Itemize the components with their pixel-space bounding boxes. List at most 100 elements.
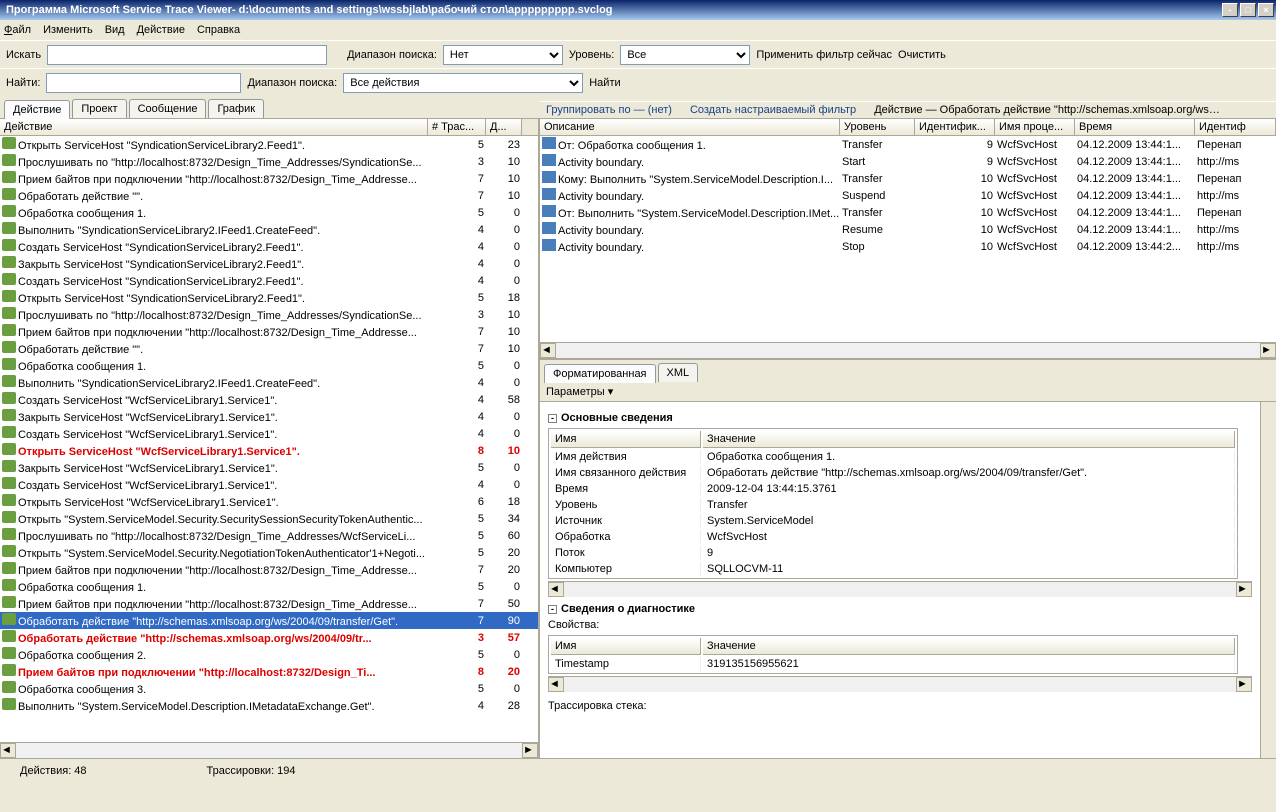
detail-row: Timestamp319135156955621 bbox=[551, 657, 1235, 671]
minimize-button[interactable]: - bbox=[1222, 3, 1238, 17]
activity-row[interactable]: Обработка сообщения 3.50 bbox=[0, 680, 538, 697]
tab-graph[interactable]: График bbox=[208, 99, 264, 118]
find-input[interactable] bbox=[46, 73, 241, 93]
activity-row[interactable]: Обработка сообщения 1.50 bbox=[0, 204, 538, 221]
activity-grid-header: Действие # Трас... Д... bbox=[0, 118, 538, 136]
menu-activity[interactable]: Действие bbox=[137, 24, 185, 36]
activity-icon bbox=[2, 681, 16, 693]
table-scroll[interactable]: ◄► bbox=[548, 581, 1252, 597]
activity-row[interactable]: Закрыть ServiceHost "SyndicationServiceL… bbox=[0, 255, 538, 272]
v-scrollbar[interactable] bbox=[1260, 402, 1276, 758]
activity-row[interactable]: Выполнить "System.ServiceModel.Descripti… bbox=[0, 697, 538, 714]
activity-row[interactable]: Закрыть ServiceHost "WcfServiceLibrary1.… bbox=[0, 408, 538, 425]
th-value: Значение bbox=[703, 638, 1235, 655]
activity-row[interactable]: Открыть ServiceHost "SyndicationServiceL… bbox=[0, 136, 538, 153]
h-scrollbar-2[interactable]: ◄► bbox=[540, 342, 1276, 358]
col-process[interactable]: Имя проце... bbox=[995, 119, 1075, 135]
params-dropdown[interactable]: Параметры ▾ bbox=[540, 382, 1276, 402]
trace-row[interactable]: Activity boundary.Resume10WcfSvcHost04.1… bbox=[540, 221, 1276, 238]
tab-formatted[interactable]: Форматированная bbox=[544, 364, 656, 383]
col-activity[interactable]: Действие bbox=[0, 119, 428, 135]
create-filter-link[interactable]: Создать настраиваемый фильтр bbox=[690, 104, 856, 116]
activity-grid-body[interactable]: Открыть ServiceHost "SyndicationServiceL… bbox=[0, 136, 538, 742]
activity-row[interactable]: Обработка сообщения 1.50 bbox=[0, 357, 538, 374]
trace-row[interactable]: Activity boundary.Stop10WcfSvcHost04.12.… bbox=[540, 238, 1276, 255]
activity-row[interactable]: Выполнить "SyndicationServiceLibrary2.IF… bbox=[0, 221, 538, 238]
activity-row[interactable]: Прием байтов при подключении "http://loc… bbox=[0, 170, 538, 187]
activity-row[interactable]: Обработка сообщения 2.50 bbox=[0, 646, 538, 663]
activity-row[interactable]: Закрыть ServiceHost "WcfServiceLibrary1.… bbox=[0, 459, 538, 476]
activity-icon bbox=[2, 307, 16, 319]
maximize-button[interactable]: □ bbox=[1240, 3, 1256, 17]
col-ident[interactable]: Идентиф bbox=[1195, 119, 1276, 135]
activity-row[interactable]: Открыть "System.ServiceModel.Security.Se… bbox=[0, 510, 538, 527]
th-value: Значение bbox=[703, 431, 1235, 448]
activity-row[interactable]: Создать ServiceHost "WcfServiceLibrary1.… bbox=[0, 391, 538, 408]
find-range-select[interactable]: Все действия bbox=[343, 73, 583, 93]
activity-row[interactable]: Открыть ServiceHost "WcfServiceLibrary1.… bbox=[0, 442, 538, 459]
trace-icon bbox=[542, 205, 556, 217]
activity-row[interactable]: Обработать действие "".710 bbox=[0, 187, 538, 204]
detail-area: -Основные сведения ИмяЗначение Имя дейст… bbox=[540, 402, 1260, 758]
menu-file[interactable]: ФФайлайл bbox=[4, 24, 31, 36]
apply-filter-button[interactable]: Применить фильтр сейчас bbox=[756, 49, 892, 61]
activity-row[interactable]: Открыть "System.ServiceModel.Security.Ne… bbox=[0, 544, 538, 561]
group-by-link[interactable]: Группировать по — (нет) bbox=[546, 104, 672, 116]
activity-panel: Действие # Трас... Д... Открыть ServiceH… bbox=[0, 118, 540, 758]
activity-row[interactable]: Обработать действие "http://schemas.xmls… bbox=[0, 612, 538, 629]
activity-row[interactable]: Выполнить "SyndicationServiceLibrary2.IF… bbox=[0, 374, 538, 391]
activity-row[interactable]: Прием байтов при подключении "http://loc… bbox=[0, 561, 538, 578]
activity-icon bbox=[2, 409, 16, 421]
collapse-icon[interactable]: - bbox=[548, 605, 557, 614]
activity-row[interactable]: Обработать действие "http://schemas.xmls… bbox=[0, 629, 538, 646]
clear-filter-button[interactable]: Очистить bbox=[898, 49, 946, 61]
activity-row[interactable]: Прослушивать по "http://localhost:8732/D… bbox=[0, 527, 538, 544]
table-scroll[interactable]: ◄► bbox=[548, 676, 1252, 692]
breadcrumb-path: Действие — Обработать действие "http://s… bbox=[874, 104, 1220, 116]
activity-row[interactable]: Прием байтов при подключении "http://loc… bbox=[0, 595, 538, 612]
activity-row[interactable]: Прослушивать по "http://localhost:8732/D… bbox=[0, 153, 538, 170]
menu-view[interactable]: Вид bbox=[105, 24, 125, 36]
tab-project[interactable]: Проект bbox=[72, 99, 126, 118]
col-level[interactable]: Уровень bbox=[840, 119, 915, 135]
col-duration[interactable]: Д... bbox=[486, 119, 522, 135]
col-traces[interactable]: # Трас... bbox=[428, 119, 486, 135]
trace-grid-body[interactable]: От: Обработка сообщения 1.Transfer9WcfSv… bbox=[540, 136, 1276, 342]
activity-row[interactable]: Прием байтов при подключении "http://loc… bbox=[0, 663, 538, 680]
activity-row[interactable]: Создать ServiceHost "SyndicationServiceL… bbox=[0, 272, 538, 289]
col-time[interactable]: Время bbox=[1075, 119, 1195, 135]
menu-help[interactable]: Справка bbox=[197, 24, 240, 36]
menu-edit[interactable]: Изменить bbox=[43, 24, 93, 36]
range-select[interactable]: Нет bbox=[443, 45, 563, 65]
tab-xml[interactable]: XML bbox=[658, 363, 699, 382]
search-toolbar: Искать Диапазон поиска: Нет Уровень: Все… bbox=[0, 40, 1276, 68]
trace-row[interactable]: Activity boundary.Start9WcfSvcHost04.12.… bbox=[540, 153, 1276, 170]
activity-row[interactable]: Обработка сообщения 1.50 bbox=[0, 578, 538, 595]
activity-row[interactable]: Открыть ServiceHost "WcfServiceLibrary1.… bbox=[0, 493, 538, 510]
close-button[interactable]: × bbox=[1258, 3, 1274, 17]
activity-row[interactable]: Создать ServiceHost "SyndicationServiceL… bbox=[0, 238, 538, 255]
activity-icon bbox=[2, 171, 16, 183]
activity-row[interactable]: Открыть ServiceHost "SyndicationServiceL… bbox=[0, 289, 538, 306]
collapse-icon[interactable]: - bbox=[548, 414, 557, 423]
trace-row[interactable]: Activity boundary.Suspend10WcfSvcHost04.… bbox=[540, 187, 1276, 204]
trace-row[interactable]: Кому: Выполнить "System.ServiceModel.Des… bbox=[540, 170, 1276, 187]
activity-row[interactable]: Создать ServiceHost "WcfServiceLibrary1.… bbox=[0, 425, 538, 442]
trace-row[interactable]: От: Обработка сообщения 1.Transfer9WcfSv… bbox=[540, 136, 1276, 153]
tab-activity[interactable]: Действие bbox=[4, 100, 70, 119]
tab-message[interactable]: Сообщение bbox=[129, 99, 207, 118]
col-description[interactable]: Описание bbox=[540, 119, 840, 135]
search-input[interactable] bbox=[47, 45, 327, 65]
find-button[interactable]: Найти bbox=[589, 77, 620, 89]
activity-row[interactable]: Прослушивать по "http://localhost:8732/D… bbox=[0, 306, 538, 323]
activity-row[interactable]: Прием байтов при подключении "http://loc… bbox=[0, 323, 538, 340]
trace-row[interactable]: От: Выполнить "System.ServiceModel.Descr… bbox=[540, 204, 1276, 221]
activity-row[interactable]: Создать ServiceHost "WcfServiceLibrary1.… bbox=[0, 476, 538, 493]
col-id[interactable]: Идентифик... bbox=[915, 119, 995, 135]
th-name: Имя bbox=[551, 638, 701, 655]
activity-icon bbox=[2, 562, 16, 574]
level-select[interactable]: Все bbox=[620, 45, 750, 65]
h-scrollbar[interactable]: ◄► bbox=[0, 742, 538, 758]
activity-row[interactable]: Обработать действие "".710 bbox=[0, 340, 538, 357]
activity-icon bbox=[2, 528, 16, 540]
